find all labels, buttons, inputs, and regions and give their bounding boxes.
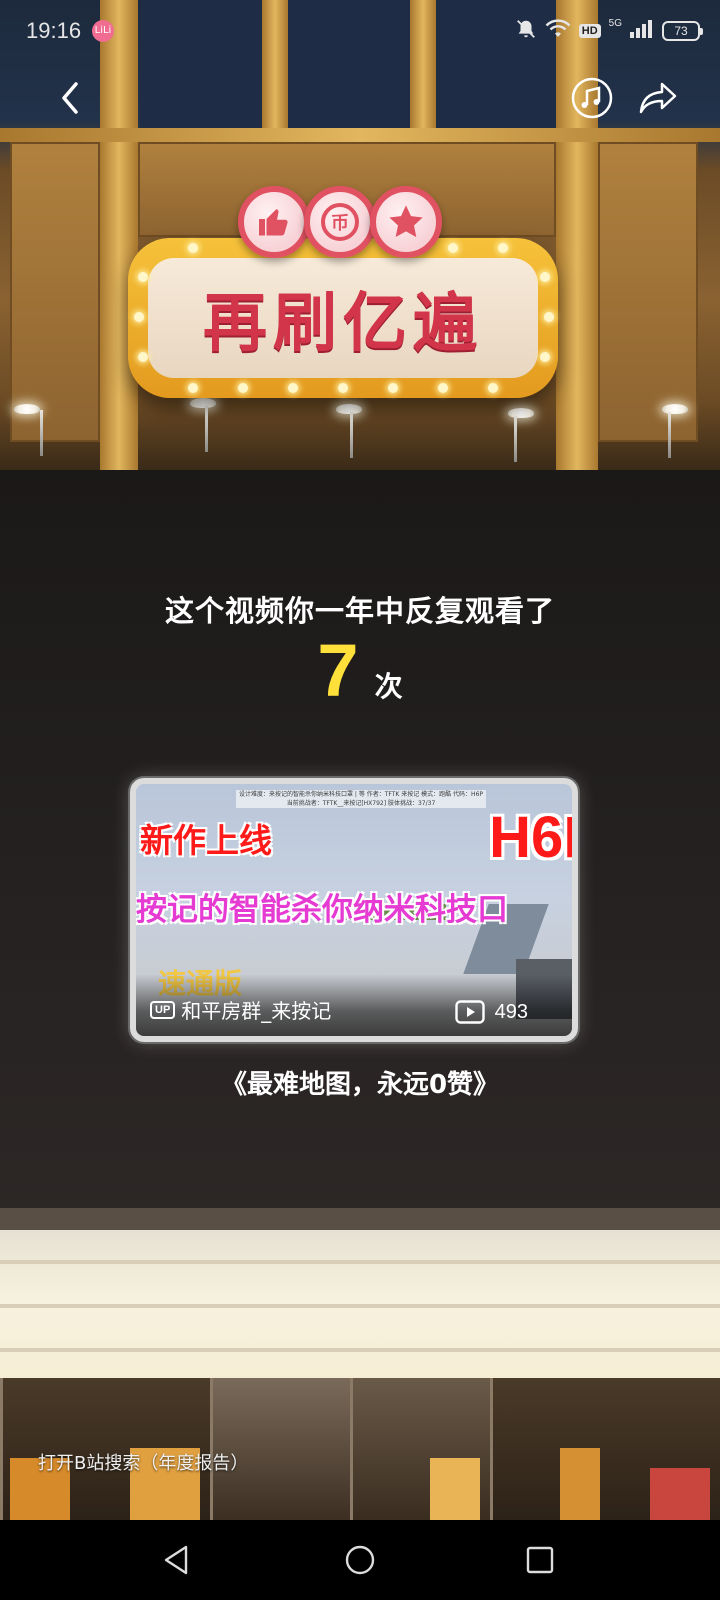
share-button[interactable]: [636, 78, 680, 118]
status-time: 19:16: [26, 18, 82, 43]
lamp: [336, 404, 362, 414]
chevron-left-icon: [62, 82, 78, 114]
sign-bulb: [540, 272, 550, 282]
lamp-stem: [514, 416, 517, 462]
uploader-name: 和平房群_来按记: [181, 999, 332, 1023]
sign-bulb: [134, 312, 144, 322]
sign-bulb: [488, 383, 498, 393]
thumbnail-meta-line: 当前挑战者：TFTK__来按记[HX792] 肢体挑战：37/37: [286, 800, 436, 807]
sign-bulb: [288, 383, 298, 393]
lamp-stem: [205, 406, 208, 452]
status-indicators: HD 5G 73: [515, 17, 703, 44]
roof-edge: [0, 1208, 720, 1230]
signal-icon: [630, 20, 654, 42]
system-back-button[interactable]: [158, 1542, 194, 1578]
sign-bulb: [188, 383, 198, 393]
lamp: [508, 408, 534, 418]
uploader-row: UP 和平房群_来按记: [150, 995, 331, 1024]
wood-pillar: [556, 0, 598, 470]
sign-bulb: [498, 243, 508, 253]
up-badge-icon: UP: [150, 1000, 176, 1019]
triangle-back-icon: [164, 1545, 188, 1575]
shelf-item: [560, 1448, 600, 1520]
marquee-sign-text: 再刷亿遍: [148, 258, 538, 378]
wood-panel: [10, 142, 100, 442]
mute-bell-icon: [515, 18, 537, 44]
sign-bulb: [544, 312, 554, 322]
lamp-stem: [668, 412, 671, 458]
music-note-icon: [571, 77, 613, 119]
shelf-item: [430, 1458, 480, 1520]
sign-bulb: [138, 272, 148, 282]
square-recents-icon: [526, 1546, 554, 1574]
circle-home-icon: [345, 1545, 375, 1575]
system-home-button[interactable]: [342, 1542, 378, 1578]
star-icon: [370, 186, 442, 258]
thumbs-up-icon: [238, 186, 310, 258]
shelf-item: [650, 1468, 710, 1520]
thumbnail-text-main: 按记的智能杀你纳米科技口: [136, 892, 508, 928]
sign-bulb: [238, 383, 248, 393]
lamp: [190, 398, 216, 408]
sign-bulb: [138, 352, 148, 362]
sign-bulb: [540, 352, 550, 362]
play-count-icon: [454, 1000, 485, 1024]
status-bar: 19:16 LiLi HD 5G 73: [0, 0, 720, 64]
sign-bulb: [438, 383, 448, 393]
lamp-stem: [350, 412, 353, 458]
video-card[interactable]: 设计难度：来按记的智能杀你纳米科技口罩 | 等 作者：TFTK 来按记 模式：跑…: [130, 778, 578, 1042]
view-count-number: 7: [317, 629, 359, 712]
wood-beam: [0, 128, 720, 142]
screen: 再刷亿遍 币 19:16 LiLi HD 5G 73 这个视频你一年中反复观看了…: [0, 0, 720, 1600]
share-arrow-icon: [639, 82, 677, 114]
music-button[interactable]: [570, 76, 614, 120]
view-count-unit: 次: [374, 670, 403, 703]
play-count-row: 493: [454, 1000, 528, 1024]
coin-icon: 币: [304, 186, 376, 258]
lamp-stem: [40, 410, 43, 456]
app-notification-icon: LiLi: [92, 20, 114, 42]
hd-badge: HD: [578, 24, 601, 38]
view-count-row: 7 次: [0, 628, 720, 713]
play-count: 493: [494, 1000, 528, 1023]
marquee-sign: 再刷亿遍: [128, 238, 558, 398]
wood-panel: [598, 142, 698, 442]
report-headline: 这个视频你一年中反复观看了: [164, 594, 555, 628]
sign-bulb: [448, 243, 458, 253]
back-button[interactable]: [50, 76, 90, 120]
system-nav-bar: [0, 1520, 720, 1600]
sign-bulb: [188, 243, 198, 253]
storefront-top-illustration: 再刷亿遍 币: [0, 0, 720, 470]
sign-bulb: [388, 383, 398, 393]
video-title[interactable]: 《最难地图，永远0赞》: [0, 1064, 720, 1101]
thumbnail-text-new: 新作上线: [140, 821, 272, 860]
sign-bulb: [338, 383, 348, 393]
lamp: [662, 404, 688, 414]
awning-line: [0, 1304, 720, 1308]
system-recents-button[interactable]: [522, 1542, 558, 1578]
thumbnail-meta-line: 设计难度：来按记的智能杀你纳米科技口罩 | 等 作者：TFTK 来按记 模式：跑…: [238, 791, 484, 798]
wood-pillar: [100, 0, 138, 470]
thumbnail-meta: 设计难度：来按记的智能杀你纳米科技口罩 | 等 作者：TFTK 来按记 模式：跑…: [236, 790, 486, 808]
thumbnail-text-code: H6P: [489, 805, 572, 870]
wifi-icon: [545, 19, 571, 43]
awning-line: [0, 1348, 720, 1352]
coin-glyph: 币: [321, 203, 359, 241]
lamp: [14, 404, 40, 414]
battery-indicator: 73: [662, 21, 703, 41]
awning-line: [0, 1260, 720, 1264]
search-hint: 打开B站搜索（年度报告）: [38, 1453, 249, 1474]
network-type: 5G: [608, 17, 622, 29]
